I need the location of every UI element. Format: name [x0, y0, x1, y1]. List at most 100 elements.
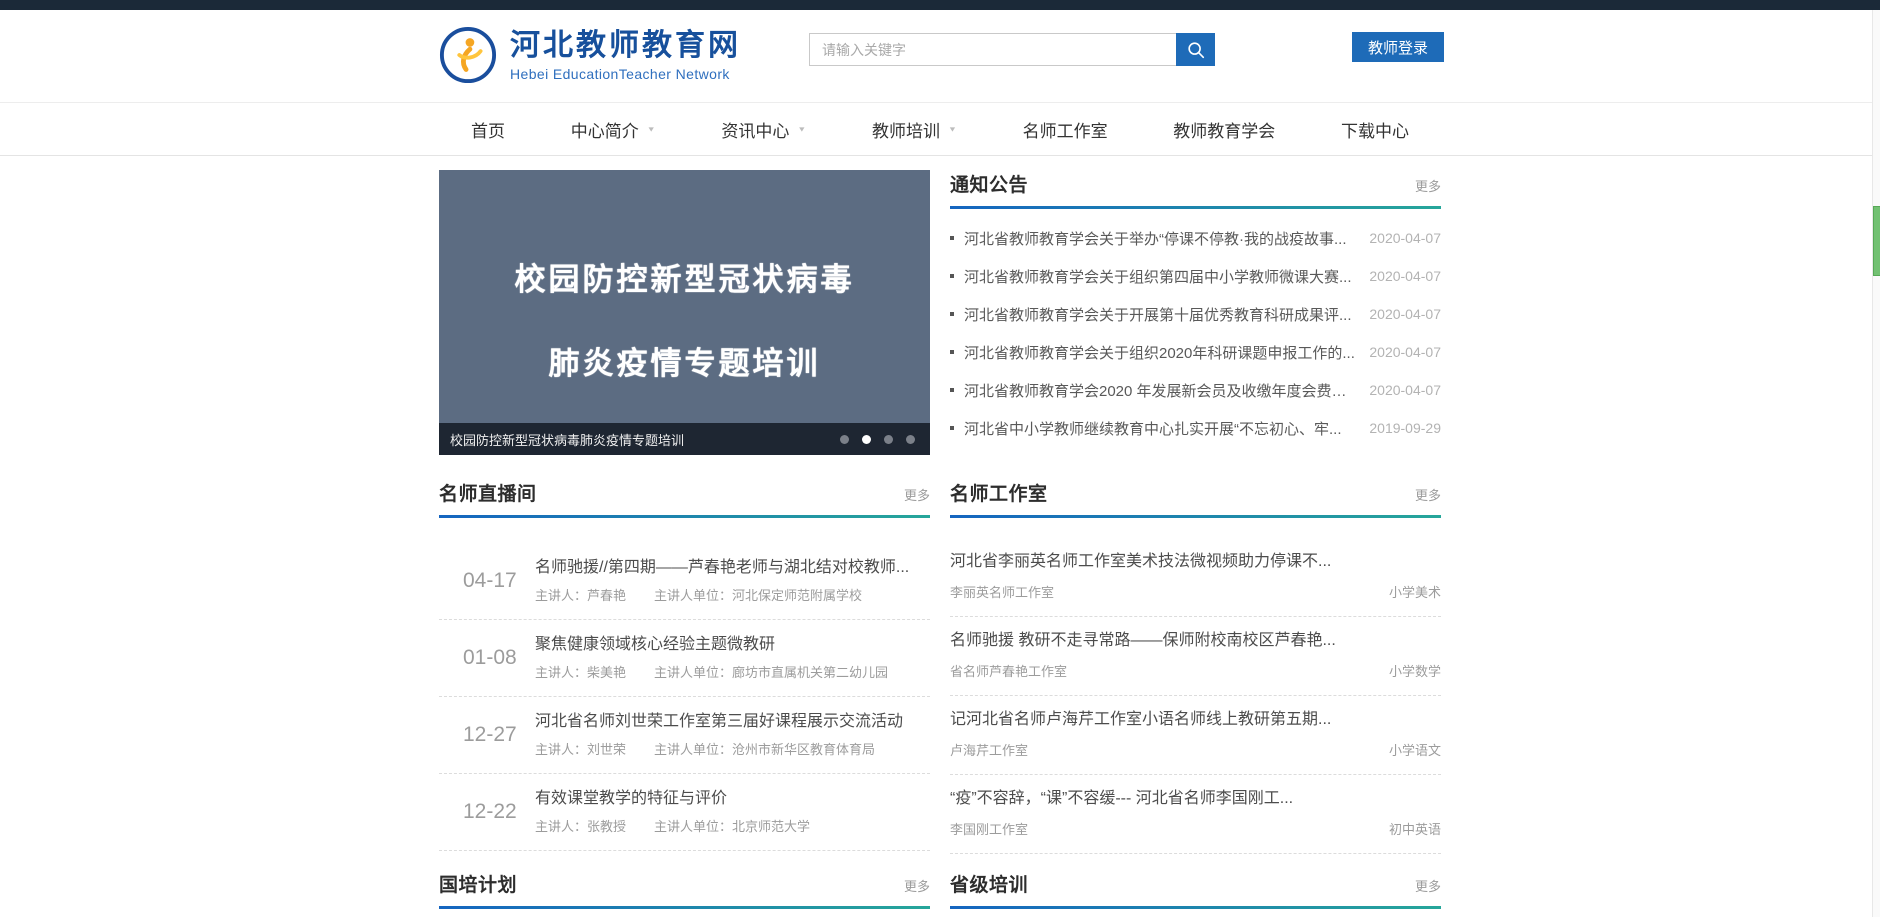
site-logo[interactable]: 河北教师教育网 Hebei EducationTeacher Network: [439, 26, 741, 84]
live-item[interactable]: 04-17 名师驰援//第四期——芦春艳老师与湖北结对校教师... 主讲人：芦春…: [439, 543, 930, 620]
nav-label: 中心简介: [571, 117, 639, 142]
nav-label: 资讯中心: [721, 117, 789, 142]
carousel-caption: 校园防控新型冠状病毒肺炎疫情专题培训: [450, 430, 830, 449]
live-org: 主讲人单位：北京师范大学: [654, 818, 810, 835]
notice-text: 河北省教师教育学会2020 年发展新会员及收缴年度会费的...: [964, 380, 1369, 401]
section-underline: [439, 515, 930, 518]
site-title-english: Hebei EducationTeacher Network: [510, 66, 741, 82]
live-org: 主讲人单位：沧州市新华区教育体育局: [654, 741, 875, 758]
section-underline: [439, 906, 930, 909]
notices-section: 通知公告 更多 河北省教师教育学会关于举办“停课不停教·我的战疫故事... 20…: [950, 170, 1441, 447]
studio-subject-tag: 初中英语: [1389, 821, 1441, 838]
studio-item[interactable]: 河北省李丽英名师工作室美术技法微视频助力停课不... 李丽英名师工作室 小学美术: [950, 538, 1441, 617]
live-date: 04-17: [463, 569, 535, 593]
notice-text: 河北省中小学教师继续教育中心扎实开展“不忘初心、牢...: [964, 418, 1369, 439]
studio-item[interactable]: 名师驰援 教研不走寻常路——保师附校南校区芦春艳... 省名师芦春艳工作室 小学…: [950, 617, 1441, 696]
section-underline: [950, 206, 1441, 209]
notice-date: 2019-09-29: [1369, 420, 1441, 436]
hero-carousel[interactable]: 校园防控新型冠状病毒 肺炎疫情专题培训 校园防控新型冠状病毒肺炎疫情专题培训: [439, 170, 930, 455]
live-item-title: 名师驰援//第四期——芦春艳老师与湖北结对校教师...: [535, 558, 930, 578]
nav-item-education-society[interactable]: 教师教育学会: [1173, 117, 1275, 142]
nav-label: 下载中心: [1341, 117, 1409, 142]
nav-item-master-studios[interactable]: 名师工作室: [1023, 117, 1108, 142]
notice-date: 2020-04-07: [1369, 382, 1441, 398]
national-training-title: 国培计划: [439, 870, 517, 897]
notice-item[interactable]: 河北省教师教育学会关于举办“停课不停教·我的战疫故事... 2020-04-07: [950, 219, 1441, 257]
studios-more-link[interactable]: 更多: [1415, 485, 1441, 504]
studio-item-title: 河北省李丽英名师工作室美术技法微视频助力停课不...: [950, 552, 1441, 572]
bullet-icon: [950, 274, 954, 278]
studio-item-title: 名师驰援 教研不走寻常路——保师附校南校区芦春艳...: [950, 631, 1441, 651]
national-training-section: 国培计划 更多: [439, 870, 930, 909]
nav-item-news-center[interactable]: 资讯中心 ▼: [721, 117, 806, 142]
studio-name: 卢海芹工作室: [950, 742, 1028, 759]
chevron-down-icon: ▼: [948, 125, 957, 133]
live-org: 主讲人单位：河北保定师范附属学校: [654, 587, 862, 604]
live-broadcast-section: 名师直播间 更多 04-17 名师驰援//第四期——芦春艳老师与湖北结对校教师.…: [439, 479, 930, 851]
notice-date: 2020-04-07: [1369, 230, 1441, 246]
nav-item-center-intro[interactable]: 中心简介 ▼: [571, 117, 656, 142]
chevron-down-icon: ▼: [797, 125, 806, 133]
site-title: 河北教师教育网: [510, 29, 741, 63]
live-speaker: 主讲人：柴美艳: [535, 664, 626, 681]
nav-item-home[interactable]: 首页: [471, 117, 505, 142]
notice-text: 河北省教师教育学会关于组织第四届中小学教师微课大赛...: [964, 266, 1369, 287]
bullet-icon: [950, 350, 954, 354]
provincial-training-title: 省级培训: [950, 870, 1028, 897]
teacher-login-button[interactable]: 教师登录: [1352, 32, 1444, 62]
live-item-title: 河北省名师刘世荣工作室第三届好课程展示交流活动: [535, 712, 930, 732]
studio-item-title: “疫”不容辞，“课”不容缓--- 河北省名师李国刚工...: [950, 789, 1441, 809]
carousel-dot-active[interactable]: [862, 435, 871, 444]
notice-text: 河北省教师教育学会关于举办“停课不停教·我的战疫故事...: [964, 228, 1369, 249]
live-item-title: 有效课堂教学的特征与评价: [535, 789, 930, 809]
notice-item[interactable]: 河北省教师教育学会关于组织第四届中小学教师微课大赛... 2020-04-07: [950, 257, 1441, 295]
notice-item[interactable]: 河北省中小学教师继续教育中心扎实开展“不忘初心、牢... 2019-09-29: [950, 409, 1441, 447]
nav-label: 名师工作室: [1023, 117, 1108, 142]
banner-title-line2: 肺炎疫情专题培训: [439, 338, 930, 383]
live-speaker: 主讲人：刘世荣: [535, 741, 626, 758]
scrollbar-thumb[interactable]: [1873, 206, 1880, 276]
main-content: 校园防控新型冠状病毒 肺炎疫情专题培训 校园防控新型冠状病毒肺炎疫情专题培训 通…: [439, 170, 1441, 909]
nav-item-download-center[interactable]: 下载中心: [1341, 117, 1409, 142]
studio-subject-tag: 小学数学: [1389, 663, 1441, 680]
banner-title-line1: 校园防控新型冠状病毒: [439, 254, 930, 299]
carousel-dot[interactable]: [884, 435, 893, 444]
live-date: 01-08: [463, 646, 535, 670]
carousel-caption-bar: 校园防控新型冠状病毒肺炎疫情专题培训: [439, 423, 930, 455]
live-date: 12-22: [463, 800, 535, 824]
nav-label: 教师培训: [872, 117, 940, 142]
live-org: 主讲人单位：廊坊市直属机关第二幼儿园: [654, 664, 888, 681]
search-box: [809, 33, 1215, 66]
bullet-icon: [950, 312, 954, 316]
notices-more-link[interactable]: 更多: [1415, 176, 1441, 195]
page-scrollbar[interactable]: [1872, 10, 1880, 917]
notice-item[interactable]: 河北省教师教育学会关于组织2020年科研课题申报工作的... 2020-04-0…: [950, 333, 1441, 371]
chevron-down-icon: ▼: [647, 125, 656, 133]
notice-text: 河北省教师教育学会关于组织2020年科研课题申报工作的...: [964, 342, 1369, 363]
nav-item-teacher-training[interactable]: 教师培训 ▼: [872, 117, 957, 142]
bullet-icon: [950, 236, 954, 240]
live-item[interactable]: 12-27 河北省名师刘世荣工作室第三届好课程展示交流活动 主讲人：刘世荣 主讲…: [439, 697, 930, 774]
carousel-dot[interactable]: [840, 435, 849, 444]
studio-item-title: 记河北省名师卢海芹工作室小语名师线上教研第五期...: [950, 710, 1441, 730]
live-item[interactable]: 12-22 有效课堂教学的特征与评价 主讲人：张教授 主讲人单位：北京师范大学: [439, 774, 930, 851]
notice-item[interactable]: 河北省教师教育学会2020 年发展新会员及收缴年度会费的... 2020-04-…: [950, 371, 1441, 409]
studio-item[interactable]: “疫”不容辞，“课”不容缓--- 河北省名师李国刚工... 李国刚工作室 初中英…: [950, 775, 1441, 854]
browser-top-strip: [0, 0, 1880, 10]
carousel-dot[interactable]: [906, 435, 915, 444]
provincial-training-more-link[interactable]: 更多: [1415, 876, 1441, 895]
national-training-more-link[interactable]: 更多: [904, 876, 930, 895]
section-underline: [950, 906, 1441, 909]
search-button[interactable]: [1176, 33, 1215, 66]
live-item-title: 聚焦健康领域核心经验主题微教研: [535, 635, 930, 655]
studio-item[interactable]: 记河北省名师卢海芹工作室小语名师线上教研第五期... 卢海芹工作室 小学语文: [950, 696, 1441, 775]
studio-name: 省名师芦春艳工作室: [950, 663, 1067, 680]
main-navigation: 首页 中心简介 ▼ 资讯中心 ▼ 教师培训 ▼ 名师工作室 教师教育学会 下载中…: [0, 103, 1880, 156]
notice-item[interactable]: 河北省教师教育学会关于开展第十届优秀教育科研成果评... 2020-04-07: [950, 295, 1441, 333]
live-item[interactable]: 01-08 聚焦健康领域核心经验主题微教研 主讲人：柴美艳 主讲人单位：廊坊市直…: [439, 620, 930, 697]
live-more-link[interactable]: 更多: [904, 485, 930, 504]
nav-label: 首页: [471, 117, 505, 142]
search-input[interactable]: [809, 33, 1176, 66]
studio-subject-tag: 小学语文: [1389, 742, 1441, 759]
live-speaker: 主讲人：芦春艳: [535, 587, 626, 604]
